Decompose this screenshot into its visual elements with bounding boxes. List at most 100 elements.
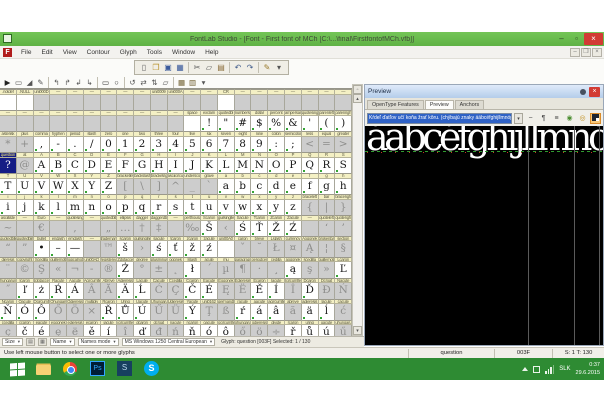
glyph-cell[interactable]: ă [285,304,302,319]
file-explorer-icon[interactable] [36,361,52,377]
glyph-cell[interactable]: ¤ [285,241,302,256]
glyph-cell[interactable]: 3 [151,137,168,152]
glyph-cell[interactable]: ™ [101,241,118,256]
glyph-cell[interactable]: * [0,137,17,152]
glyph-cell[interactable]: = [319,137,336,152]
glyph-cell[interactable]: Ď [302,283,319,298]
glyph-cell[interactable]: Ř [101,304,118,319]
glyph-cell[interactable]: ń [168,325,185,336]
glyph-cell[interactable]: ' [302,116,319,131]
glyph-cell[interactable] [184,116,201,131]
glyph-cell[interactable]: ą [285,262,302,277]
glyph-cell[interactable] [134,116,151,131]
glyph-cell[interactable]: t [184,200,201,215]
glyph-cell[interactable] [218,95,235,110]
maximize-button[interactable]: ▫ [569,33,584,45]
glyph-cell[interactable] [0,95,17,110]
glyph-cell[interactable]: Ä [117,283,134,298]
glyph-cell[interactable]: ¦ [319,241,336,256]
name-dropdown[interactable]: Name [50,338,75,346]
menu-item-tools[interactable]: Tools [142,49,167,56]
glyph-cell[interactable]: ^ [168,179,185,194]
preview-text-dropdown-arrow[interactable]: ▾ [514,113,523,124]
glyph-cell[interactable]: w [235,200,252,215]
glyph-cell[interactable]: ˛ [168,262,185,277]
scrollbar-down-arrow[interactable]: ▾ [353,326,362,335]
app-icon[interactable]: S [117,361,133,377]
glyph-cell[interactable]: – [50,241,67,256]
glyph-cell[interactable]: ” [17,241,34,256]
glyph-cell[interactable]: ť [168,241,185,256]
glyph-cell[interactable]: Ă [101,283,118,298]
glyph-cell[interactable]: j [17,200,34,215]
glyph-cell[interactable]: ¨ [0,262,17,277]
glyph-cell[interactable] [335,95,352,110]
glyph-cell[interactable]: ě [84,325,101,336]
glyph-cell[interactable]: Ź [285,221,302,236]
glyph-cell[interactable] [17,116,34,131]
metrics-window-icon[interactable]: ▦ [176,77,187,88]
glyph-cell[interactable]: D [84,158,101,173]
glyph-cell[interactable]: Ú [134,304,151,319]
pin-icon[interactable] [580,89,586,95]
glyph-cell[interactable]: B [50,158,67,173]
glyph-cell[interactable]: ‹ [218,221,235,236]
glyph-cell[interactable]: ÷ [268,325,285,336]
pencil-tool-icon[interactable]: ✎ [35,77,46,88]
glyph-cell[interactable]: ˘ [251,241,268,256]
glyph-cell[interactable]: 6 [201,137,218,152]
glyph-cell[interactable]: Ż [117,262,134,277]
glyph-cell[interactable] [168,95,185,110]
glyph-cell[interactable] [84,241,101,256]
glyph-cell[interactable]: ç [0,325,17,336]
glyph-cell[interactable]: ŕ [235,304,252,319]
glyph-cell[interactable]: L [218,158,235,173]
corner-tool-2-icon[interactable]: ↱ [62,77,73,88]
glyph-cell[interactable]: Ţ [201,304,218,319]
slant-tool-icon[interactable]: ▱ [160,77,171,88]
glyph-cell[interactable]: « [50,262,67,277]
network-icon[interactable] [545,365,554,374]
glyph-cell[interactable]: \ [134,179,151,194]
glyph-cell[interactable]: 2 [134,137,151,152]
glyph-cell[interactable]: Ą [302,241,319,256]
glyph-cell[interactable]: > [335,137,352,152]
glyph-cell[interactable]: Q [302,158,319,173]
start-button[interactable] [10,362,25,376]
glyph-cell[interactable] [101,95,118,110]
glyph-cell[interactable]: ľ [17,283,34,298]
close-button[interactable]: × [584,33,603,45]
glyph-cell[interactable] [218,241,235,256]
glyph-cell[interactable]: ć [335,304,352,319]
glyph-cell[interactable]: ô [218,325,235,336]
glyph-cell[interactable]: . [67,137,84,152]
knife-tool-icon[interactable]: ◢ [24,77,35,88]
glyph-cell[interactable]: Y [84,179,101,194]
glyph-cell[interactable]: Ž [268,221,285,236]
glyph-cell[interactable]: O [268,158,285,173]
glyph-cell[interactable]: ň [184,325,201,336]
glyph-cell[interactable]: Ę [218,283,235,298]
glyph-cell[interactable] [184,95,201,110]
glyph-cell[interactable]: Â [84,283,101,298]
glyph-cell[interactable]: d [268,179,285,194]
glyph-cell[interactable]: € [34,221,51,236]
glyph-cell[interactable]: F [117,158,134,173]
glyph-cell[interactable]: ¸ [268,262,285,277]
glyph-cell[interactable]: ‘ [319,221,336,236]
mdi-restore-button[interactable]: ❐ [581,48,591,57]
clock[interactable]: 0:37 29.6.2015 [576,361,600,378]
glyph-cell[interactable]: @ [17,158,34,173]
glyph-cell[interactable]: Ý [184,304,201,319]
menu-item-window[interactable]: Window [167,49,200,56]
glyph-cell[interactable]: A [34,158,51,173]
glyph-cell[interactable]: Í [268,283,285,298]
glyph-cell[interactable]: l [50,200,67,215]
glyph-cell[interactable] [17,95,34,110]
glyph-cell[interactable]: g [319,179,336,194]
glyph-cell[interactable] [34,95,51,110]
glyph-cell[interactable]: J [184,158,201,173]
tab-preview[interactable]: Preview [425,100,454,109]
glyph-cell[interactable]: Ş [34,262,51,277]
cut-icon[interactable]: ✂ [191,62,203,74]
